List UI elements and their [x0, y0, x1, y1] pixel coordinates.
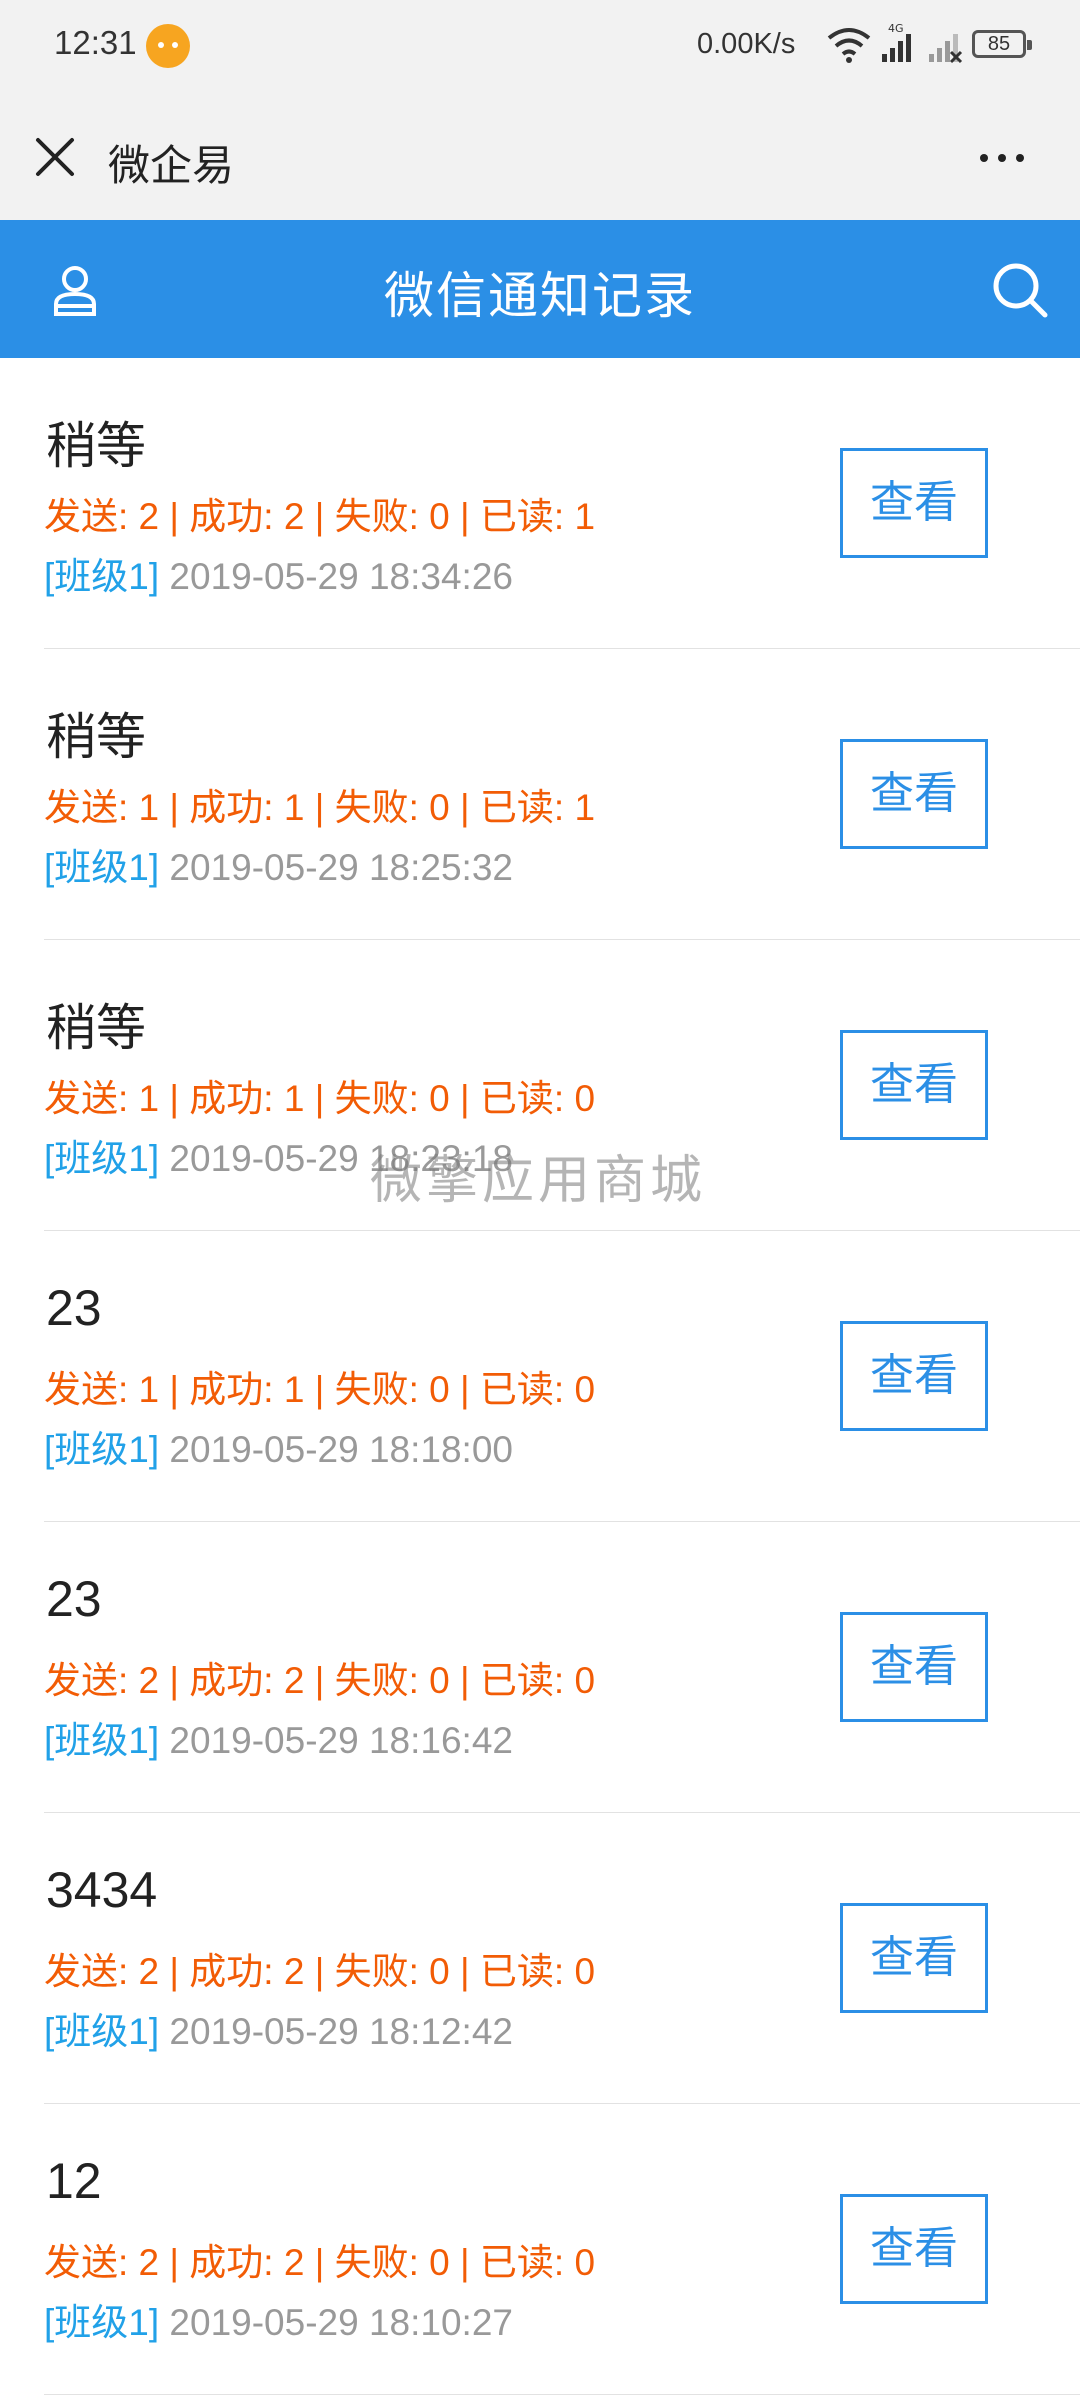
status-time: 12:31 [54, 24, 137, 61]
class-tag: [班级1] [44, 1138, 160, 1179]
record-timestamp: 2019-05-29 18:23:18 [169, 1138, 513, 1179]
app-title-bar: 微企易 [0, 92, 1080, 220]
list-item: 稍等 发送: 1 | 成功: 1 | 失败: 0 | 已读: 1 [班级1] 2… [44, 649, 1080, 940]
record-title: 稍等 [46, 709, 146, 765]
list-item: 23 发送: 2 | 成功: 2 | 失败: 0 | 已读: 0 [班级1] 2… [44, 1522, 1080, 1813]
record-title: 12 [46, 2153, 102, 2209]
svg-text:4G: 4G [888, 22, 904, 35]
record-stats: 发送: 1 | 成功: 1 | 失败: 0 | 已读: 0 [44, 1369, 596, 1410]
record-title: 23 [46, 1571, 102, 1627]
class-tag: [班级1] [44, 1429, 160, 1470]
view-button[interactable]: 查看 [840, 1903, 988, 2013]
record-meta: [班级1] 2019-05-29 18:23:18 [44, 1128, 513, 1182]
view-button[interactable]: 查看 [840, 739, 988, 849]
record-meta: [班级1] 2019-05-29 18:12:42 [44, 2001, 513, 2055]
record-timestamp: 2019-05-29 18:34:26 [169, 556, 513, 597]
page-header: 微信通知记录 [0, 220, 1080, 358]
record-timestamp: 2019-05-29 18:25:32 [169, 847, 513, 888]
notification-icon [146, 24, 190, 68]
view-button[interactable]: 查看 [840, 1321, 988, 1431]
record-title: 3434 [46, 1862, 158, 1918]
list-item: 稍等 发送: 1 | 成功: 1 | 失败: 0 | 已读: 0 [班级1] 2… [44, 940, 1080, 1231]
search-icon[interactable] [990, 260, 1050, 320]
record-title: 稍等 [46, 1000, 146, 1056]
record-stats: 发送: 2 | 成功: 2 | 失败: 0 | 已读: 1 [44, 496, 596, 537]
app-title: 微企易 [108, 142, 235, 189]
record-stats: 发送: 2 | 成功: 2 | 失败: 0 | 已读: 0 [44, 1660, 596, 1701]
record-timestamp: 2019-05-29 18:10:27 [169, 2302, 513, 2343]
page-title: 微信通知记录 [384, 268, 696, 324]
view-button[interactable]: 查看 [840, 1030, 988, 1140]
more-icon[interactable] [972, 132, 1032, 182]
signal-icon [929, 34, 963, 64]
record-timestamp: 2019-05-29 18:12:42 [169, 2011, 513, 2052]
record-stats: 发送: 2 | 成功: 2 | 失败: 0 | 已读: 0 [44, 1951, 596, 1992]
record-stats: 发送: 1 | 成功: 1 | 失败: 0 | 已读: 0 [44, 1078, 596, 1119]
record-stats: 发送: 2 | 成功: 2 | 失败: 0 | 已读: 0 [44, 2242, 596, 2283]
class-tag: [班级1] [44, 2302, 160, 2343]
battery-icon: 85 [972, 30, 1032, 58]
view-button[interactable]: 查看 [840, 448, 988, 558]
wifi-icon [827, 28, 871, 63]
record-meta: [班级1] 2019-05-29 18:18:00 [44, 1419, 513, 1473]
record-meta: [班级1] 2019-05-29 18:10:27 [44, 2292, 513, 2346]
record-timestamp: 2019-05-29 18:18:00 [169, 1429, 513, 1470]
class-tag: [班级1] [44, 556, 160, 597]
list-item: 3434 发送: 2 | 成功: 2 | 失败: 0 | 已读: 0 [班级1]… [44, 1813, 1080, 2104]
notification-record-list: 稍等 发送: 2 | 成功: 2 | 失败: 0 | 已读: 1 [班级1] 2… [0, 358, 1080, 2395]
record-meta: [班级1] 2019-05-29 18:25:32 [44, 837, 513, 891]
record-meta: [班级1] 2019-05-29 18:16:42 [44, 1710, 513, 1764]
class-tag: [班级1] [44, 1720, 160, 1761]
record-title: 23 [46, 1280, 102, 1336]
signal-4g-icon: 4G [882, 22, 911, 62]
view-button[interactable]: 查看 [840, 2194, 988, 2304]
network-speed: 0.00K/s [697, 28, 796, 60]
close-icon[interactable] [30, 132, 80, 182]
list-item: 12 发送: 2 | 成功: 2 | 失败: 0 | 已读: 0 [班级1] 2… [44, 2104, 1080, 2395]
class-tag: [班级1] [44, 847, 160, 888]
record-timestamp: 2019-05-29 18:16:42 [169, 1720, 513, 1761]
record-meta: [班级1] 2019-05-29 18:34:26 [44, 546, 513, 600]
list-item: 稍等 发送: 2 | 成功: 2 | 失败: 0 | 已读: 1 [班级1] 2… [44, 358, 1080, 649]
list-item: 23 发送: 1 | 成功: 1 | 失败: 0 | 已读: 0 [班级1] 2… [44, 1231, 1080, 1522]
class-tag: [班级1] [44, 2011, 160, 2052]
view-button[interactable]: 查看 [840, 1612, 988, 1722]
status-bar: 12:31 0.00K/s 4G 85 [0, 0, 1080, 92]
record-stats: 发送: 1 | 成功: 1 | 失败: 0 | 已读: 1 [44, 787, 596, 828]
record-title: 稍等 [46, 418, 146, 474]
